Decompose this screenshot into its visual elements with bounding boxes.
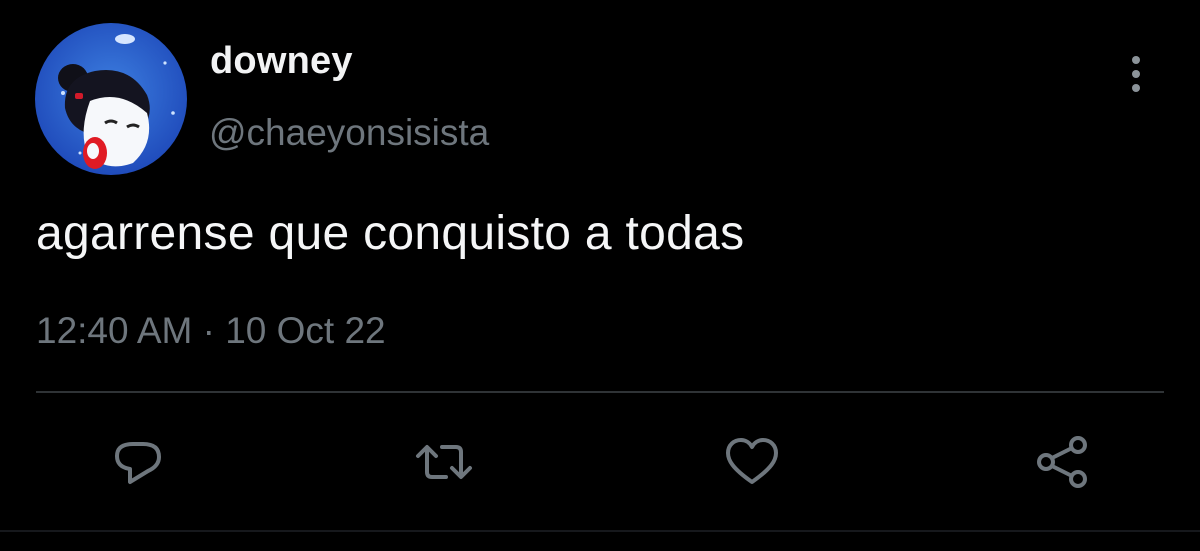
- divider: [36, 391, 1164, 393]
- heart-icon: [726, 438, 778, 484]
- bottom-divider: [0, 530, 1200, 532]
- retweet-button[interactable]: [414, 432, 474, 492]
- more-options-icon: [1132, 56, 1140, 92]
- tweet-detail: downey @chaeyonsisista agarrense que con…: [0, 0, 1200, 551]
- more-options-button[interactable]: [1118, 50, 1154, 100]
- tweet-text: agarrense que conquisto a todas: [36, 207, 745, 260]
- like-button[interactable]: [722, 432, 782, 492]
- user-handle[interactable]: @chaeyonsisista: [209, 112, 489, 154]
- tweet-timestamp[interactable]: 12:40 AM · 10 Oct 22: [36, 310, 386, 352]
- share-icon: [1037, 436, 1087, 488]
- display-name[interactable]: downey: [210, 40, 353, 83]
- reply-button[interactable]: [108, 432, 168, 492]
- reply-icon: [115, 442, 161, 484]
- retweet-icon: [416, 445, 472, 479]
- cartoon-avatar-icon: [35, 23, 187, 175]
- avatar[interactable]: [35, 23, 187, 175]
- share-button[interactable]: [1032, 432, 1092, 492]
